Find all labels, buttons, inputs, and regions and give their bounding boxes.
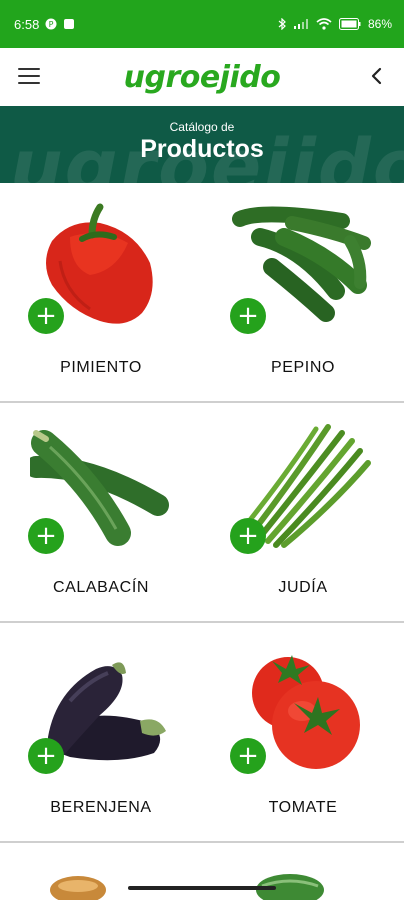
product-row: + CALABACÍN + JUDÍA — [0, 403, 404, 623]
app-logo: ugroejido — [123, 59, 281, 95]
partial-product-images — [50, 874, 324, 900]
signal-icon — [293, 19, 308, 29]
product-name: BERENJENA — [50, 799, 152, 816]
banner-subtitle: Catálogo de — [169, 120, 235, 134]
product-grid: + PIMIENTO + PEPINO + CALABACÍN + JUDÍA … — [0, 183, 404, 843]
product-card-pepino[interactable]: + PEPINO — [202, 183, 404, 401]
status-time: 6:58 — [14, 16, 40, 32]
add-button[interactable]: + — [230, 738, 266, 774]
product-name: JUDÍA — [278, 579, 328, 596]
product-card-tomate[interactable]: + TOMATE — [202, 623, 404, 841]
wifi-icon — [316, 18, 332, 30]
product-card-judia[interactable]: + JUDÍA — [202, 403, 404, 621]
product-card-berenjena[interactable]: + BERENJENA — [0, 623, 202, 841]
add-button[interactable]: + — [230, 298, 266, 334]
partial-product-row — [0, 846, 404, 900]
back-chevron-icon[interactable] — [366, 64, 386, 88]
product-name: PIMIENTO — [60, 359, 142, 376]
app-header: ugroejido — [0, 48, 404, 106]
add-button[interactable]: + — [230, 518, 266, 554]
hamburger-icon — [18, 68, 40, 70]
add-button[interactable]: + — [28, 738, 64, 774]
battery-icon — [338, 18, 361, 30]
product-name: PEPINO — [270, 359, 336, 376]
add-button[interactable]: + — [28, 518, 64, 554]
status-bar: 6:58 P 86% — [0, 0, 404, 48]
notification-icon — [64, 19, 75, 29]
home-indicator[interactable] — [128, 886, 276, 890]
product-card-calabacin[interactable]: + CALABACÍN — [0, 403, 202, 621]
menu-button[interactable] — [18, 68, 40, 86]
p-app-icon: P — [45, 18, 57, 30]
banner-title: Productos — [140, 135, 264, 163]
product-name: CALABACÍN — [52, 579, 150, 596]
svg-text:P: P — [49, 20, 54, 29]
product-card-pimiento[interactable]: + PIMIENTO — [0, 183, 202, 401]
product-row: + PIMIENTO + PEPINO — [0, 183, 404, 403]
catalog-banner: ugroejido Catálogo de Productos — [0, 106, 404, 183]
add-button[interactable]: + — [28, 298, 64, 334]
bluetooth-icon — [278, 18, 286, 30]
product-row: + BERENJENA + TOMATE — [0, 623, 404, 843]
product-name: TOMATE — [268, 799, 338, 816]
battery-percent: 86% — [367, 17, 392, 31]
